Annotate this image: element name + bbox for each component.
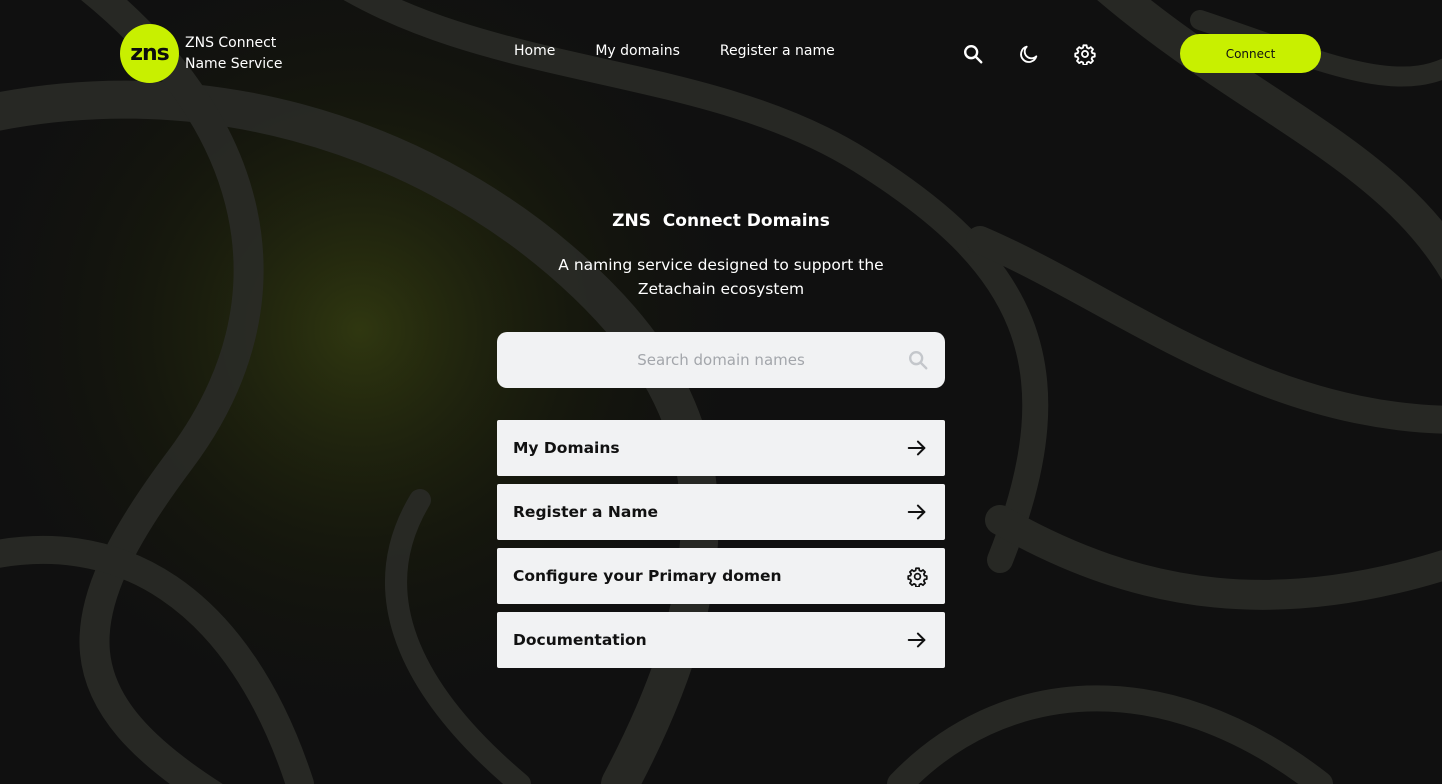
logo-mark: zns [120, 24, 179, 83]
nav-link-register-a-name[interactable]: Register a name [720, 43, 835, 59]
card-label: Documentation [513, 631, 647, 649]
register-a-name-card[interactable]: Register a Name [497, 484, 945, 540]
nav-link-my-domains[interactable]: My domains [595, 43, 680, 59]
configure-primary-domain-card[interactable]: Configure your Primary domen [497, 548, 945, 604]
arrow-right-icon [905, 436, 929, 460]
moon-icon[interactable] [1017, 42, 1041, 66]
gear-icon [905, 564, 929, 588]
card-label: Register a Name [513, 503, 658, 521]
connect-button[interactable]: Connect [1180, 34, 1321, 73]
hero-subtitle: A naming service designed to support the… [558, 256, 884, 298]
logo-line-2: Name Service [185, 55, 283, 72]
search-icon[interactable] [907, 349, 929, 371]
documentation-card[interactable]: Documentation [497, 612, 945, 668]
logo[interactable]: zns ZNS Connect Name Service [120, 24, 283, 83]
card-label: Configure your Primary domen [513, 567, 782, 585]
gear-icon[interactable] [1073, 42, 1097, 66]
search-icon[interactable] [961, 42, 985, 66]
page: zns ZNS Connect Name Service Home My dom… [0, 0, 1442, 784]
logo-text: ZNS Connect Name Service [185, 33, 283, 75]
card-label: My Domains [513, 439, 620, 457]
my-domains-card[interactable]: My Domains [497, 420, 945, 476]
arrow-right-icon [905, 500, 929, 524]
main-nav: Home My domains Register a name [514, 43, 835, 59]
domain-search-input[interactable] [497, 332, 945, 388]
domain-search-box [497, 332, 945, 388]
nav-link-home[interactable]: Home [514, 43, 555, 59]
arrow-right-icon [905, 628, 929, 652]
hero-title: ZNS Connect Domains [612, 211, 830, 231]
logo-line-1: ZNS Connect [185, 34, 277, 51]
